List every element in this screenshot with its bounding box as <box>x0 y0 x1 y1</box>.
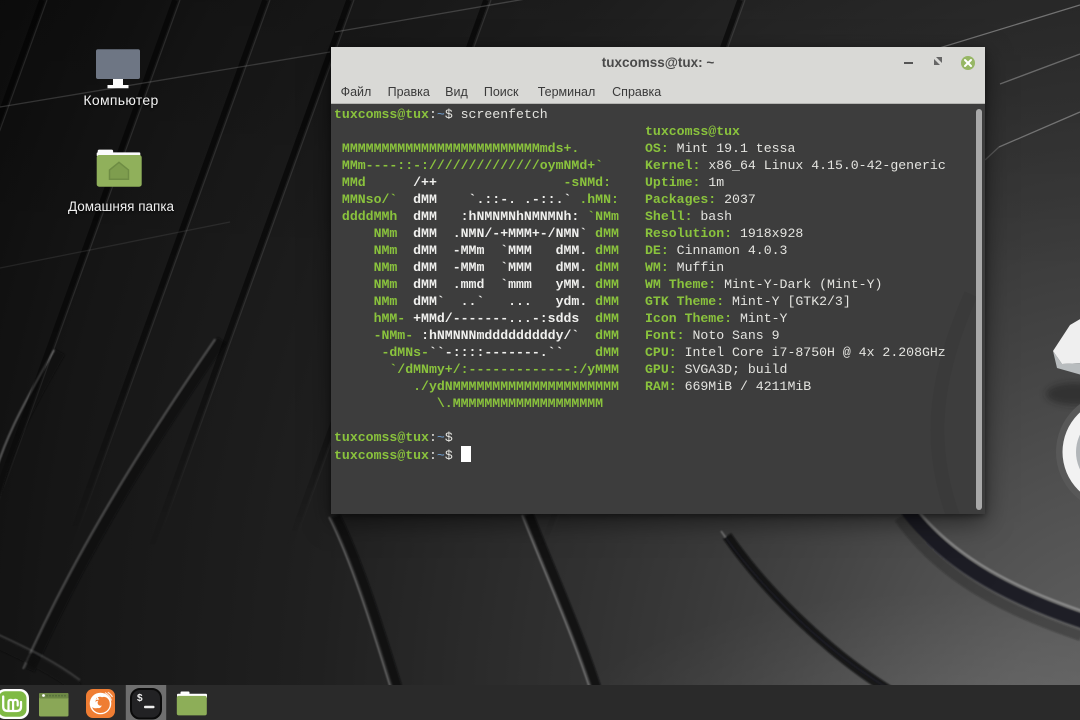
svg-text:$: $ <box>137 693 143 704</box>
